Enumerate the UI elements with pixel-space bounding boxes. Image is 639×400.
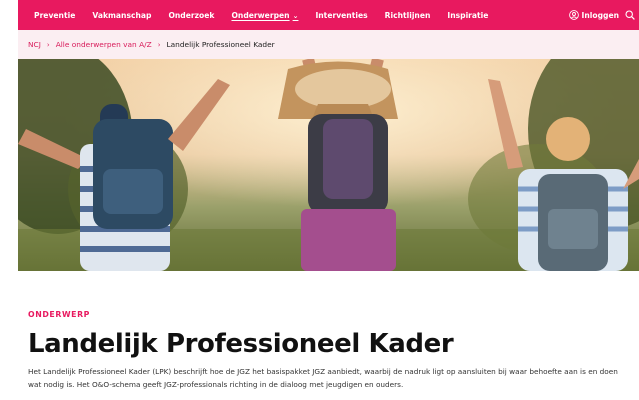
nav-item-onderwerpen[interactable]: Onderwerpen ⌄ xyxy=(231,11,298,20)
main-menu: Preventie Vakmanschap Onderzoek Onderwer… xyxy=(18,11,505,20)
nav-item-onderwerpen-label: Onderwerpen xyxy=(231,10,290,20)
page-eyebrow: ONDERWERP xyxy=(28,310,90,319)
breadcrumb-link-alle-onderwerpen[interactable]: Alle onderwerpen van A/Z xyxy=(56,40,152,49)
breadcrumb-link-ncj[interactable]: NCJ xyxy=(28,40,41,49)
breadcrumb-current: Landelijk Professioneel Kader xyxy=(166,40,275,49)
nav-item-richtlijnen[interactable]: Richtlijnen xyxy=(385,11,431,20)
nav-item-inspiratie[interactable]: Inspiratie xyxy=(447,11,488,20)
login-label: Inloggen xyxy=(581,10,619,20)
top-navigation: Preventie Vakmanschap Onderzoek Onderwer… xyxy=(18,0,639,30)
user-icon xyxy=(568,10,579,20)
page-description: Het Landelijk Professioneel Kader (LPK) … xyxy=(28,367,618,389)
nav-item-interventies[interactable]: Interventies xyxy=(315,11,367,20)
nav-item-vakmanschap[interactable]: Vakmanschap xyxy=(92,11,151,20)
main-content: ONDERWERP Landelijk Professioneel Kader … xyxy=(28,310,633,391)
chevron-down-icon: ⌄ xyxy=(292,11,299,20)
hero-photo-children-jumping xyxy=(18,59,639,271)
nav-item-onderzoek[interactable]: Onderzoek xyxy=(168,11,214,20)
chevron-right-icon: › xyxy=(157,40,161,49)
nav-actions: Inloggen xyxy=(568,0,635,30)
page-title: Landelijk Professioneel Kader xyxy=(28,329,454,359)
search-icon[interactable] xyxy=(625,10,635,20)
breadcrumb: NCJ › Alle onderwerpen van A/Z › Landeli… xyxy=(18,30,639,59)
chevron-right-icon: › xyxy=(46,40,50,49)
nav-item-preventie[interactable]: Preventie xyxy=(34,11,75,20)
hero-image xyxy=(18,59,639,271)
login-button[interactable]: Inloggen xyxy=(568,10,619,20)
